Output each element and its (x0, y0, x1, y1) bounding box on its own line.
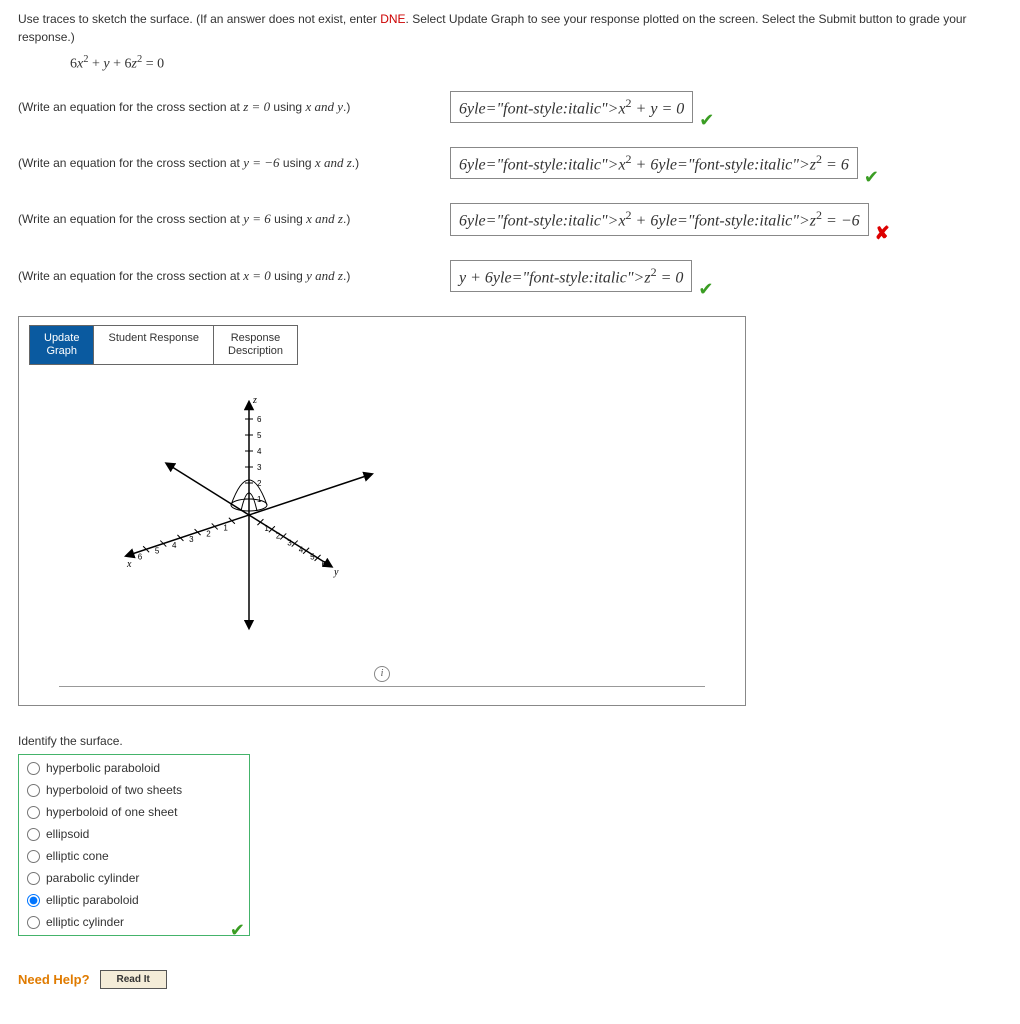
main-equation: 6x2 + y + 6z2 = 0 (70, 54, 1002, 73)
svg-text:2: 2 (276, 532, 281, 541)
svg-text:5: 5 (310, 553, 315, 562)
surface-radio[interactable] (27, 762, 40, 775)
svg-text:6: 6 (138, 553, 143, 562)
surface-choice-label: hyperboloid of two sheets (46, 783, 182, 797)
correct-icon (864, 167, 879, 188)
surface-choice-label: hyperboloid of one sheet (46, 805, 177, 819)
correct-icon (699, 110, 714, 131)
svg-text:z: z (252, 395, 257, 406)
surface-radio[interactable] (27, 850, 40, 863)
svg-text:3: 3 (189, 535, 194, 544)
svg-text:3: 3 (287, 539, 292, 548)
svg-text:5: 5 (257, 431, 262, 440)
surface-radio[interactable] (27, 784, 40, 797)
cross-section-row: (Write an equation for the cross section… (18, 260, 1002, 292)
cross-section-prompt: (Write an equation for the cross section… (18, 99, 450, 115)
cross-section-row: (Write an equation for the cross section… (18, 203, 1002, 235)
surface-choice[interactable]: elliptic cylinder (19, 911, 249, 933)
need-help-label: Need Help? (18, 972, 90, 987)
graph-panel: Update Graph Student Response Response D… (18, 316, 746, 706)
svg-text:6: 6 (322, 560, 327, 569)
svg-text:6: 6 (257, 415, 262, 424)
surface-choice[interactable]: elliptic paraboloid (19, 889, 249, 911)
surface-choice-label: elliptic cone (46, 849, 109, 863)
cross-section-answer[interactable]: y + 6yle="font-style:italic">z2 = 0 (450, 260, 692, 292)
identify-label: Identify the surface. (18, 734, 1002, 748)
info-icon[interactable]: i (374, 666, 390, 682)
cross-section-row: (Write an equation for the cross section… (18, 91, 1002, 123)
svg-text:2: 2 (257, 479, 262, 488)
svg-text:4: 4 (172, 541, 177, 550)
graph-tabs: Update Graph Student Response Response D… (19, 317, 745, 365)
surface-radio[interactable] (27, 894, 40, 907)
surface-choice[interactable]: hyperboloid of one sheet (19, 801, 249, 823)
cross-section-answer[interactable]: 6yle="font-style:italic">x2 + 6yle="font… (450, 147, 858, 179)
cross-section-answer[interactable]: 6yle="font-style:italic">x2 + y = 0 (450, 91, 693, 123)
surface-radio[interactable] (27, 872, 40, 885)
svg-text:1: 1 (223, 524, 228, 533)
svg-text:5: 5 (155, 547, 160, 556)
cross-section-prompt: (Write an equation for the cross section… (18, 268, 450, 284)
surface-choice[interactable]: ellipsoid (19, 823, 249, 845)
surface-choice-label: hyperbolic paraboloid (46, 761, 160, 775)
surface-radio[interactable] (27, 916, 40, 929)
cross-section-prompt: (Write an equation for the cross section… (18, 155, 450, 171)
choices-correct-icon (230, 920, 245, 941)
surface-choice[interactable]: elliptic cone (19, 845, 249, 867)
surface-choice-label: ellipsoid (46, 827, 89, 841)
cross-section-prompt: (Write an equation for the cross section… (18, 211, 450, 227)
graph-divider (59, 686, 705, 687)
surface-choices: hyperbolic paraboloid hyperboloid of two … (18, 754, 250, 936)
update-graph-tab[interactable]: Update Graph (29, 325, 94, 365)
svg-text:3: 3 (257, 463, 262, 472)
surface-choice-label: elliptic cylinder (46, 915, 124, 929)
read-it-button[interactable]: Read It (100, 970, 167, 989)
svg-text:2: 2 (206, 530, 211, 539)
cross-section-row: (Write an equation for the cross section… (18, 147, 1002, 179)
response-description-tab[interactable]: Response Description (214, 325, 298, 365)
incorrect-icon (875, 223, 890, 244)
surface-choice-label: elliptic paraboloid (46, 893, 139, 907)
surface-choice[interactable]: parabolic cylinder (19, 867, 249, 889)
svg-text:1: 1 (264, 524, 269, 533)
svg-text:1: 1 (257, 495, 262, 504)
svg-text:y: y (333, 567, 339, 578)
svg-text:4: 4 (257, 447, 262, 456)
surface-choice[interactable]: hyperbolic paraboloid (19, 757, 249, 779)
surface-radio[interactable] (27, 828, 40, 841)
problem-instructions: Use traces to sketch the surface. (If an… (18, 10, 1002, 46)
cross-section-answer[interactable]: 6yle="font-style:italic">x2 + 6yle="font… (450, 203, 869, 235)
surface-radio[interactable] (27, 806, 40, 819)
surface-choice[interactable]: hyperboloid of two sheets (19, 779, 249, 801)
student-response-tab[interactable]: Student Response (94, 325, 214, 365)
graph-3d-axes: z y x 123456123456123456 (69, 375, 429, 655)
correct-icon (698, 279, 713, 300)
surface-choice-label: parabolic cylinder (46, 871, 139, 885)
svg-text:x: x (126, 559, 132, 570)
svg-text:4: 4 (299, 546, 304, 555)
